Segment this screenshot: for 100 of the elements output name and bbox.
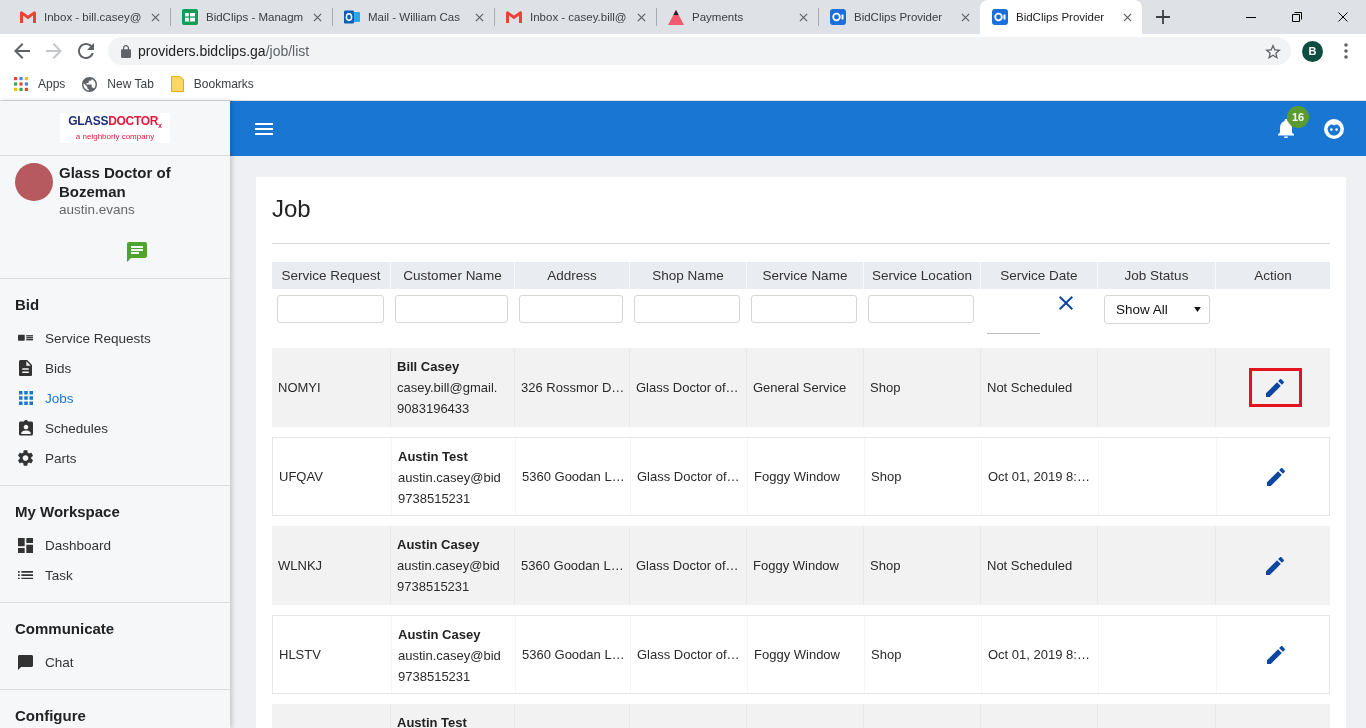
lock-icon: [121, 44, 131, 58]
section-heading: Bid: [15, 295, 41, 315]
section-heading: Communicate: [15, 619, 116, 639]
edit-button[interactable]: [1248, 368, 1302, 407]
table-cell: Foggy Window: [754, 647, 840, 662]
browser-tab[interactable]: BidClips - Managm: [170, 0, 332, 34]
plus-icon[interactable]: [1156, 10, 1170, 24]
contact-card-icon: [18, 420, 33, 436]
table-cell: Not Scheduled: [987, 558, 1073, 573]
customer-name: Austin Casey: [397, 536, 480, 554]
avatar-photo: [15, 163, 53, 201]
sidebar-item[interactable]: Dashboard: [15, 530, 215, 560]
customer-email: austin.casey@bid: [397, 557, 500, 575]
section-heading: My Workspace: [15, 502, 121, 522]
customer-name: Austin Casey: [398, 626, 481, 644]
table-cell: Shop: [871, 469, 902, 484]
column-header: Service Date: [980, 262, 1097, 289]
restore-icon[interactable]: [1292, 12, 1302, 22]
table-cell: Glass Doctor of…: [637, 469, 740, 484]
caret-icon: [1194, 307, 1201, 312]
bookmark-item[interactable]: Bookmarks: [170, 76, 254, 92]
bookmark-item[interactable]: New Tab: [82, 76, 154, 92]
profile-username: austin.evans: [59, 201, 136, 219]
table-cell: 5360 Goodan L…: [522, 647, 625, 662]
status-select[interactable]: Show All: [1104, 295, 1210, 324]
table-cell: Foggy Window: [753, 558, 839, 573]
column-header: Customer Name: [390, 262, 514, 289]
close-icon[interactable]: [1338, 12, 1348, 22]
sidebar-item[interactable]: Task: [15, 560, 215, 590]
customer-email: casey.bill@gmail.: [397, 379, 498, 397]
profile-button[interactable]: B: [1302, 40, 1323, 62]
table-cell: 5360 Goodan L…: [521, 558, 624, 573]
customer-email: austin.casey@bid: [398, 469, 501, 487]
table-cell: 5360 Goodan L…: [522, 469, 625, 484]
sidebar-item[interactable]: Parts: [15, 443, 215, 473]
sidebar-item[interactable]: Schedules: [15, 413, 215, 443]
customer-phone: 9083196433: [397, 400, 470, 418]
sidebar-item[interactable]: Bids: [15, 353, 215, 383]
table-cell: Glass Doctor of…: [636, 380, 739, 395]
browser-tab[interactable]: BidClips Provider: [818, 0, 980, 34]
pencil-icon: [1266, 378, 1284, 397]
logo-wordmark: GLASSDOCTOR$_{x}$: [68, 114, 162, 132]
more-icon[interactable]: [1344, 43, 1348, 59]
browser-tab[interactable]: Mail - William Cas: [332, 0, 494, 34]
column-header: Action: [1215, 262, 1330, 289]
table-cell: General Service: [753, 380, 847, 395]
dashboard-icon: [18, 537, 33, 553]
filter-input[interactable]: [519, 295, 623, 323]
customer-phone: 9738515231: [397, 578, 470, 596]
menu-icon[interactable]: [255, 122, 273, 135]
face-icon[interactable]: [1324, 118, 1344, 139]
pencil-icon: [1267, 467, 1285, 486]
sidebar-item[interactable]: Chat: [15, 647, 215, 677]
reload-icon[interactable]: [78, 43, 94, 59]
customer-name: Bill Casey: [397, 358, 460, 376]
spreadsheet-icon: [182, 9, 198, 25]
notification-badge: 16: [1287, 105, 1309, 128]
list-icon: [18, 570, 33, 580]
column-header: Service Name: [746, 262, 863, 289]
back-icon[interactable]: [14, 43, 30, 59]
o-logo-icon: [830, 9, 846, 25]
apps-grid-icon[interactable]: [14, 77, 28, 91]
filter-input[interactable]: [868, 295, 974, 323]
grid-icon: [18, 391, 33, 405]
browser-tab[interactable]: Inbox - bill.casey@: [8, 0, 170, 34]
gear-icon: [18, 450, 33, 466]
bookmark-item[interactable]: Apps: [14, 77, 66, 91]
filter-input[interactable]: [751, 295, 857, 323]
filter-input[interactable]: [277, 295, 384, 323]
message-icon[interactable]: [127, 242, 147, 262]
address-bar[interactable]: providers.bidclips.ga/job/list: [108, 37, 1291, 65]
column-header: Shop Name: [629, 262, 746, 289]
bell-icon[interactable]: [1278, 118, 1294, 139]
m-logo-icon: [20, 11, 36, 23]
filter-input[interactable]: [634, 295, 740, 323]
browser-tab[interactable]: BidClips Provider: [980, 0, 1142, 34]
sidebar-item[interactable]: Jobs: [15, 383, 215, 413]
sidebar-item[interactable]: Service Requests: [15, 323, 215, 353]
customer-phone: 9738515231: [398, 490, 471, 508]
table-cell: NOMYI: [278, 380, 321, 395]
browser-tab[interactable]: Inbox - casey.bill@: [494, 0, 656, 34]
profile-name: Glass Doctor of Bozeman: [59, 163, 172, 201]
browser-tab[interactable]: Payments: [656, 0, 818, 34]
customer-phone: 9738515231: [398, 668, 471, 686]
customer-email: austin.casey@bid: [398, 647, 501, 665]
customer-name: Austin Test: [397, 714, 467, 728]
table-cell: Shop: [871, 647, 902, 662]
clear-icon[interactable]: [1059, 296, 1073, 310]
filter-input[interactable]: [395, 295, 508, 323]
section-heading: Configure: [15, 706, 87, 726]
table-cell: Glass Doctor of…: [636, 558, 739, 573]
column-header: Service Location: [863, 262, 980, 289]
table-cell: WLNKJ: [278, 558, 323, 573]
table-cell: Not Scheduled: [987, 380, 1073, 395]
page-title: Job: [272, 194, 312, 224]
table-cell: UFQAV: [279, 469, 323, 484]
globe-icon[interactable]: [82, 76, 98, 92]
table-cell: Foggy Window: [754, 469, 840, 484]
star-icon[interactable]: [1265, 43, 1281, 59]
o-logo-icon: [992, 9, 1008, 25]
